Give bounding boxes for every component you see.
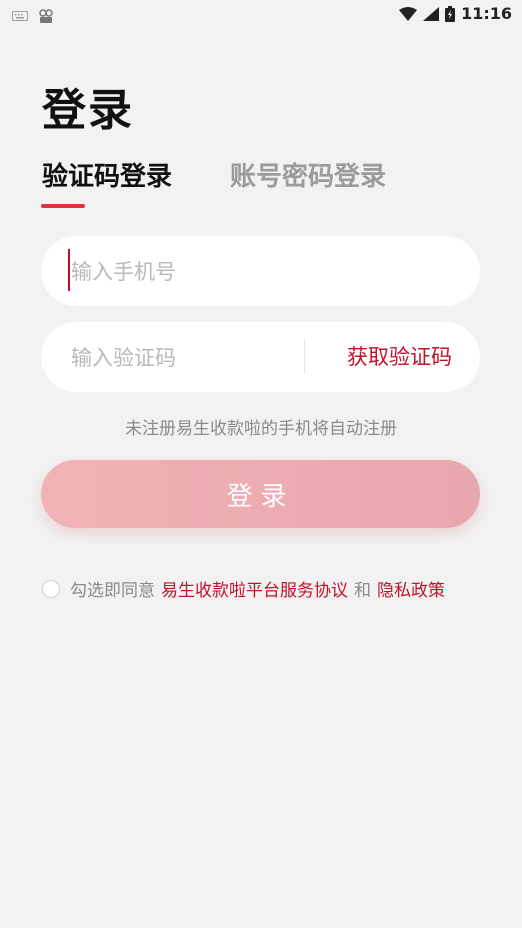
phone-input[interactable]	[69, 236, 313, 308]
agreement-and: 和	[354, 581, 371, 601]
agree-checkbox[interactable]	[42, 579, 60, 598]
wifi-icon	[399, 6, 418, 21]
phone-field[interactable]	[41, 236, 480, 308]
status-time: 11:16	[461, 4, 512, 23]
keyboard-icon	[12, 11, 28, 21]
tab-password-login[interactable]: 账号密码登录	[230, 156, 386, 193]
status-left-icons	[12, 8, 54, 24]
field-divider	[304, 340, 305, 374]
login-button[interactable]: 登录	[41, 460, 480, 528]
code-field[interactable]: 获取验证码	[41, 322, 480, 394]
agreement-prefix: 勾选即同意	[70, 581, 155, 601]
status-bar: 11:16	[0, 0, 522, 30]
battery-icon	[445, 5, 456, 22]
notification-app-icon	[39, 9, 53, 23]
agreement-row: 勾选即同意 易生收款啦平台服务协议 和 隐私政策	[42, 576, 451, 601]
text-cursor	[68, 249, 70, 291]
signal-icon	[423, 6, 440, 21]
page-title: 登录	[42, 85, 134, 136]
status-right-icons: 11:16	[399, 4, 512, 23]
login-tabs: 验证码登录 账号密码登录	[42, 156, 386, 193]
privacy-policy-link[interactable]: 隐私政策	[377, 576, 445, 601]
active-tab-indicator	[41, 204, 85, 208]
auto-register-hint: 未注册易生收款啦的手机将自动注册	[125, 419, 397, 439]
tab-sms-login[interactable]: 验证码登录	[42, 156, 172, 193]
code-input[interactable]	[69, 322, 313, 394]
service-agreement-link[interactable]: 易生收款啦平台服务协议	[161, 576, 348, 601]
get-code-button[interactable]: 获取验证码	[347, 322, 452, 392]
